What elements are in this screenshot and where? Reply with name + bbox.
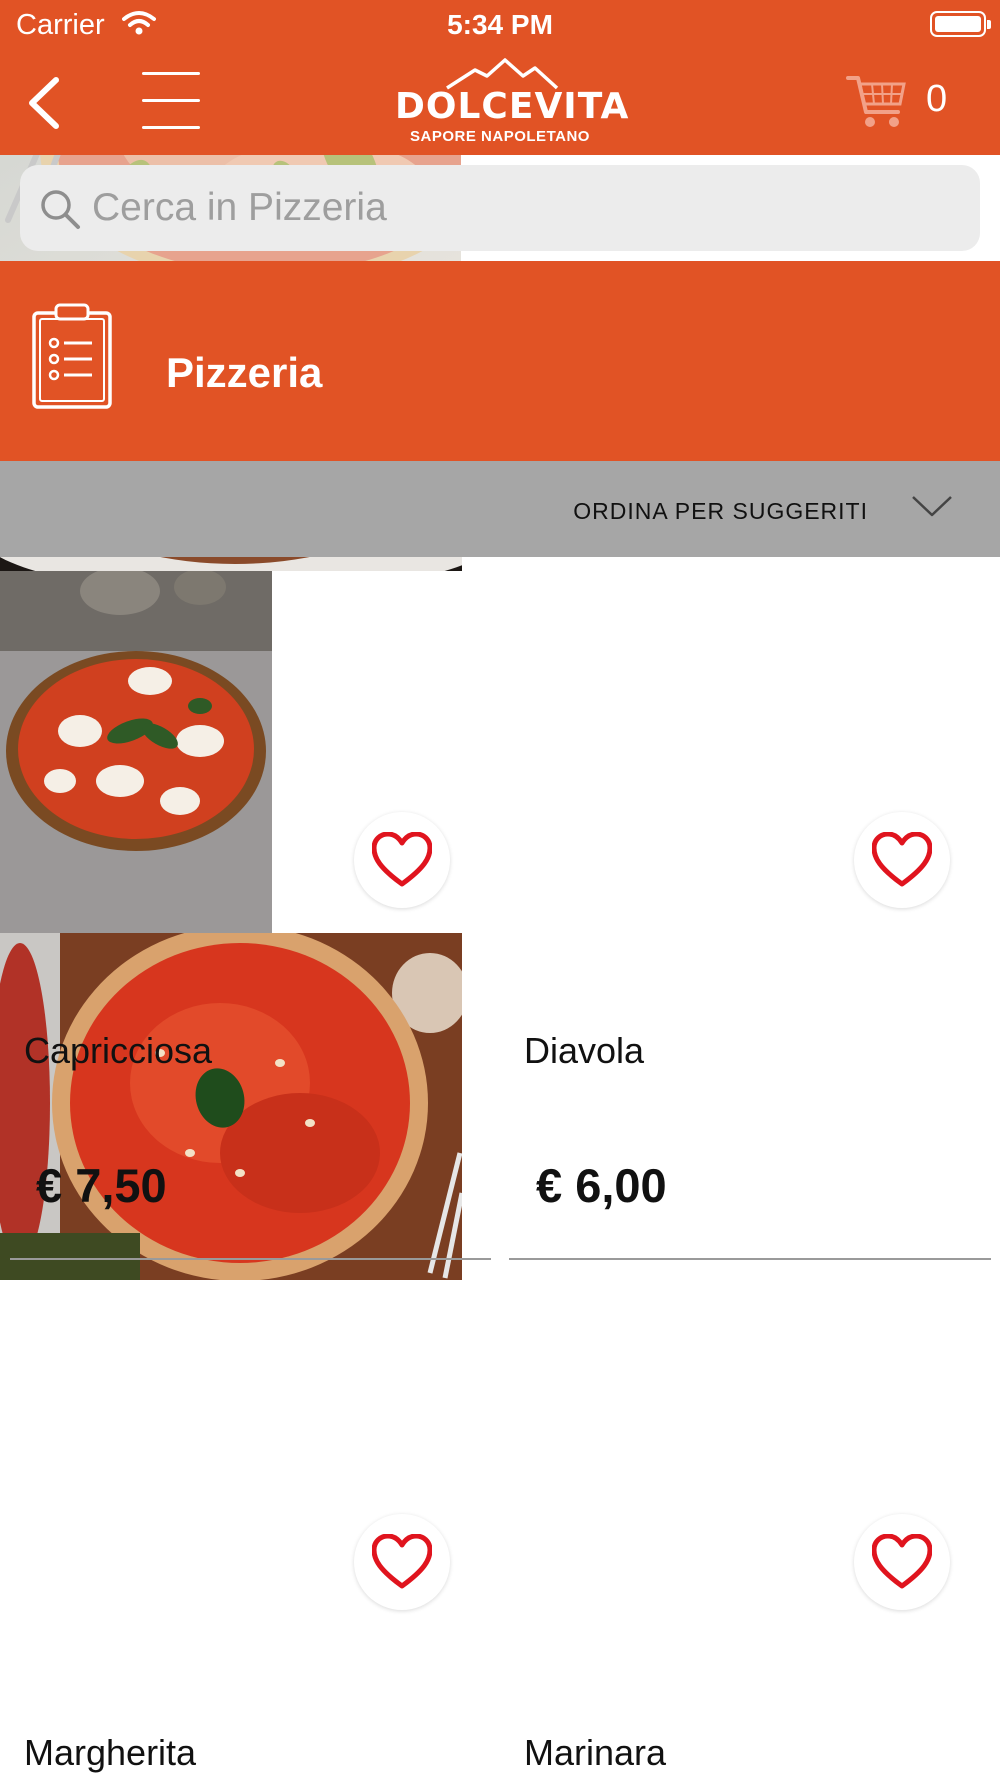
product-price: € 6,00 xyxy=(536,1159,667,1212)
category-header: Pizzeria xyxy=(0,261,1000,461)
top-navigation-bar: Carrier 5:34 PM DOLCEVITA SAPORE NAPOLET… xyxy=(0,0,1000,155)
product-name[interactable]: Diavola xyxy=(524,1030,644,1072)
favorite-button[interactable] xyxy=(854,1514,950,1610)
cart-button[interactable] xyxy=(846,70,908,132)
cart-count[interactable]: 0 xyxy=(926,78,947,121)
status-bar: Carrier 5:34 PM xyxy=(0,0,1000,50)
product-photo-marinara[interactable] xyxy=(0,925,468,1281)
card-divider xyxy=(509,1258,991,1260)
product-name[interactable]: Capricciosa xyxy=(24,1030,212,1072)
search-input[interactable] xyxy=(92,165,952,251)
category-title: Pizzeria xyxy=(166,349,323,396)
heart-icon xyxy=(372,832,432,887)
heart-icon xyxy=(872,1534,932,1589)
sort-label[interactable]: ORDINA PER SUGGERITI xyxy=(573,498,868,525)
clipboard-list-icon xyxy=(30,301,114,418)
battery-icon xyxy=(930,11,991,37)
cart-icon xyxy=(846,76,906,127)
logo-brand-text: DOLCEVITA xyxy=(395,86,630,127)
product-card-marinara[interactable]: Marinara xyxy=(0,925,1000,1773)
search-icon xyxy=(38,187,82,236)
menu-button[interactable] xyxy=(138,68,204,134)
favorite-button[interactable] xyxy=(354,812,450,908)
hamburger-icon xyxy=(142,72,200,75)
sort-bar[interactable]: ORDINA PER SUGGERITI xyxy=(0,461,1000,557)
chevron-left-icon xyxy=(29,77,59,129)
pizza-image xyxy=(0,567,272,933)
product-photo-margherita[interactable] xyxy=(0,567,272,933)
hamburger-icon-line xyxy=(142,126,200,129)
clock: 5:34 PM xyxy=(447,9,553,40)
card-divider xyxy=(10,1258,491,1260)
search-bar[interactable] xyxy=(20,165,980,251)
product-name[interactable]: Margherita xyxy=(24,1732,196,1774)
hamburger-icon-line xyxy=(142,99,200,102)
heart-icon xyxy=(372,1534,432,1589)
chevron-down-icon[interactable] xyxy=(910,491,954,526)
logo-tagline: SAPORE NAPOLETANO xyxy=(410,128,590,145)
product-card-margherita[interactable]: Margherita xyxy=(0,567,1000,1773)
pizza-image xyxy=(0,925,468,1281)
product-price: € 7,50 xyxy=(36,1159,167,1212)
heart-icon xyxy=(872,832,932,887)
favorite-button[interactable] xyxy=(354,1514,450,1610)
back-button[interactable] xyxy=(22,72,68,134)
product-name[interactable]: Marinara xyxy=(524,1732,666,1774)
dolcevita-logo: DOLCEVITA SAPORE NAPOLETANO xyxy=(395,58,630,148)
favorite-button[interactable] xyxy=(854,812,950,908)
